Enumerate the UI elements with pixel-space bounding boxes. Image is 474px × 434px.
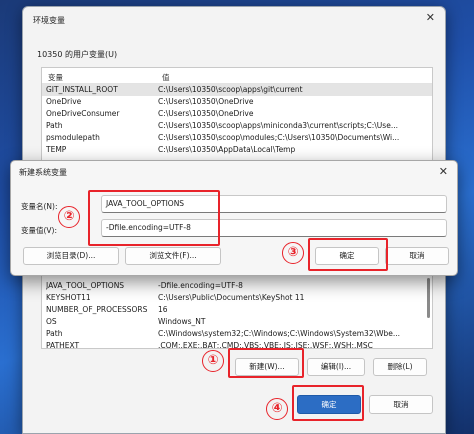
var-value: C:\Users\10350\OneDrive [158,109,254,118]
highlight-box-name-value [88,190,220,246]
dialog-title: 新建系统变量 [19,168,67,177]
column-variable[interactable]: 变量 [48,72,63,83]
var-name: Path [46,329,63,338]
close-icon[interactable]: ✕ [426,12,435,23]
table-row[interactable]: KEYSHOT11 C:\Users\Public\Documents\KeyS… [42,292,432,304]
browse-file-button[interactable]: 浏览文件(F)... [125,247,221,265]
var-name: TEMP [46,145,67,154]
var-name: Path [46,121,63,130]
step-4-marker: ④ [266,398,288,420]
user-variables-list[interactable]: 变量 值 GIT_INSTALL_ROOT C:\Users\10350\sco… [41,67,433,163]
column-value[interactable]: 值 [162,72,170,83]
table-row[interactable]: JAVA_TOOL_OPTIONS -Dfile.encoding=UTF-8 [42,280,432,292]
var-value: C:\Windows\system32;C:\Windows;C:\Window… [158,329,401,338]
var-value: C:\Users\10350\scoop\apps\git\current [158,85,303,94]
table-row[interactable]: NUMBER_OF_PROCESSORS 16 [42,304,432,316]
highlight-box-dialog-ok [308,238,388,271]
var-name: KEYSHOT11 [46,293,91,302]
var-value: C:\Users\10350\AppData\Local\Temp [158,145,296,154]
var-name: JAVA_TOOL_OPTIONS [46,281,125,290]
close-icon[interactable]: ✕ [439,166,448,177]
table-row[interactable]: GIT_INSTALL_ROOT C:\Users\10350\scoop\ap… [42,84,432,96]
window-title: 环境变量 [33,16,65,25]
var-name: NUMBER_OF_PROCESSORS [46,305,148,314]
var-value: C:\Users\10350\scoop\apps\miniconda3\cur… [158,121,398,130]
step-3-marker: ③ [282,242,304,264]
var-name: psmodulepath [46,133,100,142]
var-value: C:\Users\Public\Documents\KeyShot 11 [158,293,305,302]
table-row[interactable]: psmodulepath C:\Users\10350\scoop\module… [42,132,432,144]
var-value: 16 [158,305,168,314]
table-row[interactable]: TEMP C:\Users\10350\AppData\Local\Temp [42,144,432,156]
table-row[interactable]: OneDrive C:\Users\10350\OneDrive [42,96,432,108]
dialog-cancel-button[interactable]: 取消 [385,247,449,265]
scrollbar[interactable] [427,278,430,318]
user-variables-label: 10350 的用户变量(U) [37,50,118,59]
browse-directory-button[interactable]: 浏览目录(D)... [23,247,119,265]
var-name: GIT_INSTALL_ROOT [46,85,118,94]
var-name: PATHEXT [46,341,80,349]
table-row[interactable]: Path C:\Users\10350\scoop\apps\miniconda… [42,120,432,132]
var-value: C:\Users\10350\scoop\modules;C:\Users\10… [158,133,400,142]
highlight-box-new [228,348,304,378]
edit-button[interactable]: 编辑(I)... [307,358,365,376]
var-value: -Dfile.encoding=UTF-8 [158,281,243,290]
variable-value-label: 变量值(V): [21,226,58,235]
var-value: C:\Users\10350\OneDrive [158,97,254,106]
var-name: OS [46,317,57,326]
var-name: OneDrive [46,97,82,106]
highlight-box-ok [292,385,364,421]
variable-name-label: 变量名(N): [21,202,58,211]
var-value: Windows_NT [158,317,206,326]
list-header: 变量 值 [42,68,432,84]
table-row[interactable]: OS Windows_NT [42,316,432,328]
system-variables-list[interactable]: JAVA_TOOL_OPTIONS -Dfile.encoding=UTF-8 … [41,273,433,349]
var-name: OneDriveConsumer [46,109,120,118]
table-row[interactable]: OneDriveConsumer C:\Users\10350\OneDrive [42,108,432,120]
table-row[interactable]: Path C:\Windows\system32;C:\Windows;C:\W… [42,328,432,340]
title-bar[interactable]: 环境变量 ✕ [23,7,445,33]
delete-button[interactable]: 删除(L) [373,358,427,376]
step-1-marker: ① [202,350,224,372]
step-2-marker: ② [58,206,80,228]
cancel-button[interactable]: 取消 [369,395,433,414]
